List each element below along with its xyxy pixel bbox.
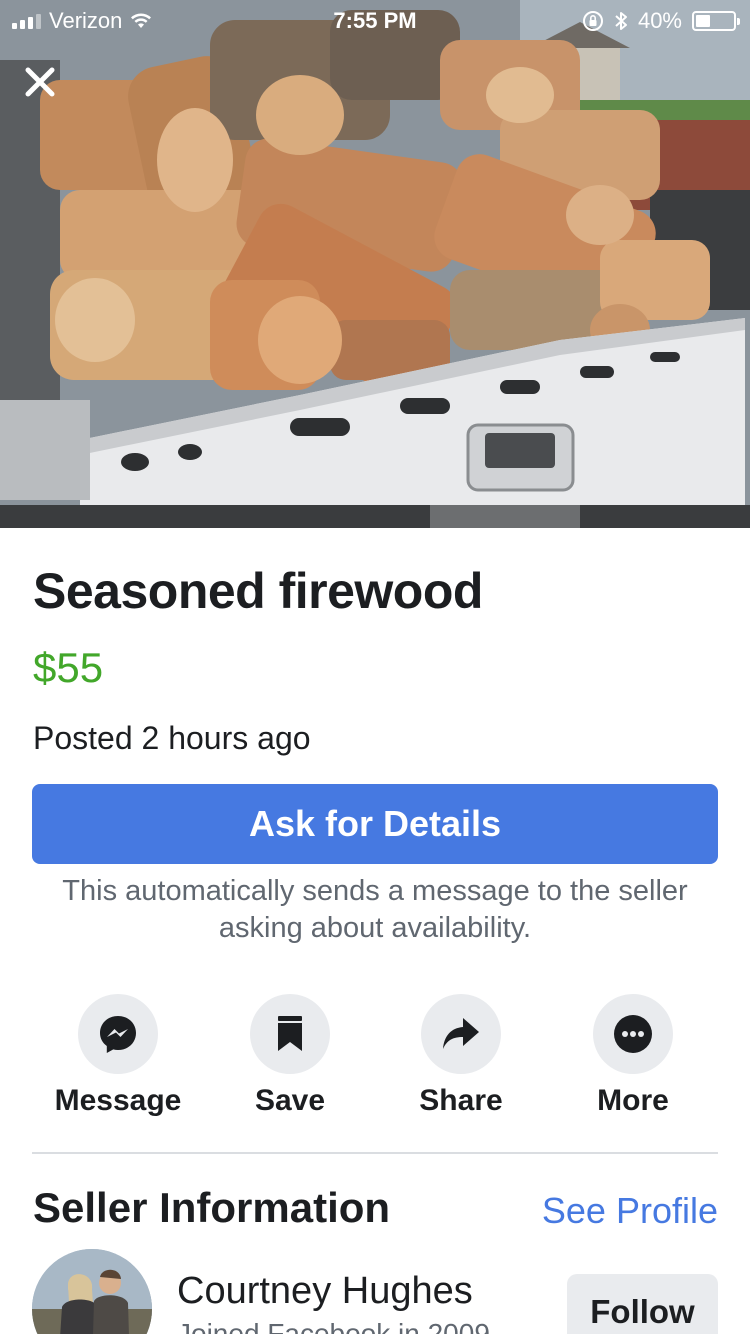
share-label: Share (419, 1084, 503, 1117)
listing-photo[interactable]: Verizon 7:55 PM 40% (0, 0, 750, 528)
ask-details-note: This automatically sends a message to th… (62, 875, 688, 944)
status-right: 40% (582, 8, 740, 34)
action-bar: Message Save Share More (0, 994, 750, 1124)
message-button[interactable]: Message (32, 994, 204, 1118)
see-profile-link[interactable]: See Profile (542, 1190, 718, 1232)
save-label: Save (254, 1084, 326, 1117)
ask-for-details-button[interactable]: Ask for Details (32, 784, 718, 864)
section-divider (32, 1152, 718, 1154)
seller-joined: Joined Facebook in 2009 (177, 1318, 490, 1334)
message-label: Message (54, 1084, 182, 1117)
seller-info-heading: Seller Information (33, 1184, 391, 1231)
seller-name[interactable]: Courtney Hughes (177, 1270, 473, 1313)
status-bar: Verizon 7:55 PM 40% (0, 0, 750, 40)
close-icon[interactable] (20, 62, 60, 102)
orientation-lock-icon (582, 11, 603, 31)
seller-photo (32, 1249, 152, 1334)
battery-icon (692, 11, 740, 31)
messenger-icon (100, 1016, 136, 1053)
more-label: More (597, 1084, 669, 1117)
more-circle (593, 994, 673, 1074)
battery-percent: 40% (637, 8, 682, 33)
save-button[interactable]: Save (204, 994, 376, 1118)
battery-fill (696, 15, 710, 27)
save-circle (250, 994, 330, 1074)
listing-title: Seasoned firewood (33, 563, 483, 619)
share-circle (421, 994, 501, 1074)
posted-time: Posted 2 hours ago (33, 720, 311, 756)
more-button[interactable]: More (547, 994, 719, 1118)
bluetooth-icon (615, 12, 627, 30)
follow-button[interactable]: Follow (567, 1274, 718, 1334)
share-button[interactable]: Share (375, 994, 547, 1118)
share-arrow-icon (443, 1018, 479, 1049)
listing-price: $55 (33, 644, 104, 691)
more-dots-icon (614, 1015, 652, 1053)
message-circle (78, 994, 158, 1074)
avatar[interactable] (32, 1249, 152, 1334)
firewood-truck-image (0, 0, 750, 528)
bookmark-icon (278, 1016, 302, 1051)
